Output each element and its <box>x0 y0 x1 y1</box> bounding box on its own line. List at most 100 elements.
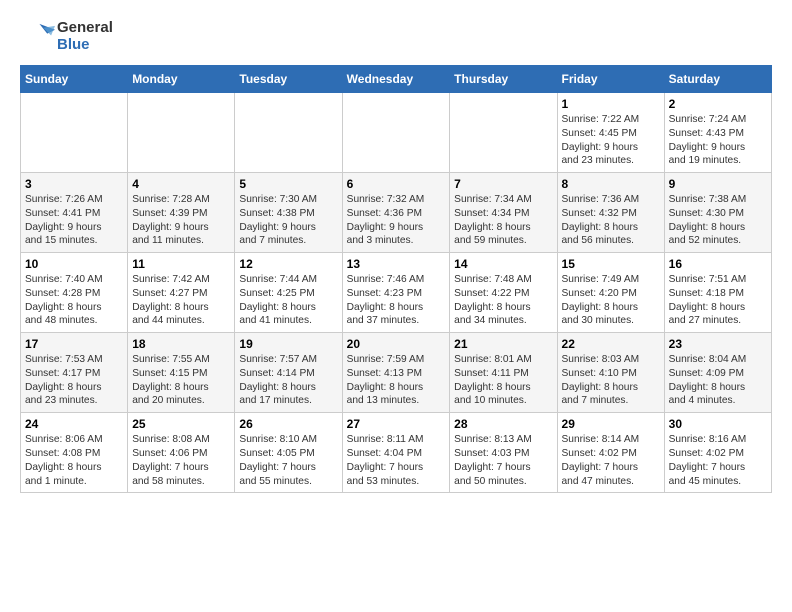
calendar-cell <box>342 93 450 173</box>
day-info: Sunrise: 7:40 AM Sunset: 4:28 PM Dayligh… <box>25 273 123 328</box>
day-number: 17 <box>25 337 123 351</box>
day-number: 12 <box>239 257 337 271</box>
day-info: Sunrise: 7:28 AM Sunset: 4:39 PM Dayligh… <box>132 193 230 248</box>
calendar-cell: 20 Sunrise: 7:59 AM Sunset: 4:13 PM Dayli… <box>342 333 450 413</box>
calendar-cell: 30 Sunrise: 8:16 AM Sunset: 4:02 PM Dayli… <box>664 413 771 493</box>
calendar-header-row: SundayMondayTuesdayWednesdayThursdayFrid… <box>21 66 772 93</box>
day-number: 28 <box>454 417 552 431</box>
calendar-cell: 16 Sunrise: 7:51 AM Sunset: 4:18 PM Dayli… <box>664 253 771 333</box>
calendar-cell: 9 Sunrise: 7:38 AM Sunset: 4:30 PM Daylig… <box>664 173 771 253</box>
day-info: Sunrise: 8:01 AM Sunset: 4:11 PM Dayligh… <box>454 353 552 408</box>
day-number: 4 <box>132 177 230 191</box>
calendar-cell: 22 Sunrise: 8:03 AM Sunset: 4:10 PM Dayli… <box>557 333 664 413</box>
calendar-cell: 18 Sunrise: 7:55 AM Sunset: 4:15 PM Dayli… <box>128 333 235 413</box>
calendar-cell: 25 Sunrise: 8:08 AM Sunset: 4:06 PM Dayli… <box>128 413 235 493</box>
day-info: Sunrise: 7:30 AM Sunset: 4:38 PM Dayligh… <box>239 193 337 248</box>
calendar-cell <box>450 93 557 173</box>
day-info: Sunrise: 7:38 AM Sunset: 4:30 PM Dayligh… <box>669 193 767 248</box>
calendar-cell: 7 Sunrise: 7:34 AM Sunset: 4:34 PM Daylig… <box>450 173 557 253</box>
day-number: 23 <box>669 337 767 351</box>
day-number: 22 <box>562 337 660 351</box>
calendar-cell: 1 Sunrise: 7:22 AM Sunset: 4:45 PM Daylig… <box>557 93 664 173</box>
day-number: 27 <box>347 417 446 431</box>
day-info: Sunrise: 7:26 AM Sunset: 4:41 PM Dayligh… <box>25 193 123 248</box>
calendar-cell: 10 Sunrise: 7:40 AM Sunset: 4:28 PM Dayli… <box>21 253 128 333</box>
day-number: 19 <box>239 337 337 351</box>
calendar-cell: 11 Sunrise: 7:42 AM Sunset: 4:27 PM Dayli… <box>128 253 235 333</box>
day-number: 18 <box>132 337 230 351</box>
day-number: 8 <box>562 177 660 191</box>
calendar-cell: 14Sunrise: 7:48 AM Sunset: 4:22 PM Dayli… <box>450 253 557 333</box>
day-number: 1 <box>562 97 660 111</box>
day-info: Sunrise: 7:51 AM Sunset: 4:18 PM Dayligh… <box>669 273 767 328</box>
day-info: Sunrise: 7:22 AM Sunset: 4:45 PM Dayligh… <box>562 113 660 168</box>
day-info: Sunrise: 8:08 AM Sunset: 4:06 PM Dayligh… <box>132 433 230 488</box>
day-number: 26 <box>239 417 337 431</box>
day-number: 29 <box>562 417 660 431</box>
calendar-cell: 21Sunrise: 8:01 AM Sunset: 4:11 PM Dayli… <box>450 333 557 413</box>
day-info: Sunrise: 7:32 AM Sunset: 4:36 PM Dayligh… <box>347 193 446 248</box>
day-info: Sunrise: 7:42 AM Sunset: 4:27 PM Dayligh… <box>132 273 230 328</box>
day-info: Sunrise: 7:46 AM Sunset: 4:23 PM Dayligh… <box>347 273 446 328</box>
calendar-cell <box>235 93 342 173</box>
weekday-header: Friday <box>557 66 664 93</box>
weekday-header: Sunday <box>21 66 128 93</box>
day-info: Sunrise: 7:53 AM Sunset: 4:17 PM Dayligh… <box>25 353 123 408</box>
day-info: Sunrise: 7:59 AM Sunset: 4:13 PM Dayligh… <box>347 353 446 408</box>
day-number: 20 <box>347 337 446 351</box>
page-header: General Blue <box>20 20 772 55</box>
day-number: 10 <box>25 257 123 271</box>
calendar-cell: 3 Sunrise: 7:26 AM Sunset: 4:41 PM Daylig… <box>21 173 128 253</box>
day-number: 30 <box>669 417 767 431</box>
day-number: 11 <box>132 257 230 271</box>
day-number: 24 <box>25 417 123 431</box>
calendar-cell: 24 Sunrise: 8:06 AM Sunset: 4:08 PM Dayli… <box>21 413 128 493</box>
day-number: 3 <box>25 177 123 191</box>
logo: General Blue <box>20 20 113 55</box>
weekday-header: Saturday <box>664 66 771 93</box>
day-info: Sunrise: 8:16 AM Sunset: 4:02 PM Dayligh… <box>669 433 767 488</box>
day-info: Sunrise: 7:36 AM Sunset: 4:32 PM Dayligh… <box>562 193 660 248</box>
calendar-cell: 4 Sunrise: 7:28 AM Sunset: 4:39 PM Daylig… <box>128 173 235 253</box>
calendar-cell: 29 Sunrise: 8:14 AM Sunset: 4:02 PM Dayli… <box>557 413 664 493</box>
day-info: Sunrise: 8:10 AM Sunset: 4:05 PM Dayligh… <box>239 433 337 488</box>
day-info: Sunrise: 8:06 AM Sunset: 4:08 PM Dayligh… <box>25 433 123 488</box>
day-info: Sunrise: 8:04 AM Sunset: 4:09 PM Dayligh… <box>669 353 767 408</box>
day-number: 25 <box>132 417 230 431</box>
weekday-header: Tuesday <box>235 66 342 93</box>
day-info: Sunrise: 8:14 AM Sunset: 4:02 PM Dayligh… <box>562 433 660 488</box>
weekday-header: Wednesday <box>342 66 450 93</box>
day-number: 6 <box>347 177 446 191</box>
day-number: 13 <box>347 257 446 271</box>
calendar-cell: 12 Sunrise: 7:44 AM Sunset: 4:25 PM Dayli… <box>235 253 342 333</box>
calendar-cell: 28 Sunrise: 8:13 AM Sunset: 4:03 PM Dayli… <box>450 413 557 493</box>
calendar-table: SundayMondayTuesdayWednesdayThursdayFrid… <box>20 65 772 493</box>
day-info: Sunrise: 7:49 AM Sunset: 4:20 PM Dayligh… <box>562 273 660 328</box>
calendar-cell <box>128 93 235 173</box>
logo-bird-icon <box>20 20 55 55</box>
calendar-cell: 6 Sunrise: 7:32 AM Sunset: 4:36 PM Daylig… <box>342 173 450 253</box>
calendar-cell: 17 Sunrise: 7:53 AM Sunset: 4:17 PM Dayli… <box>21 333 128 413</box>
day-number: 5 <box>239 177 337 191</box>
day-info: Sunrise: 7:34 AM Sunset: 4:34 PM Dayligh… <box>454 193 552 248</box>
weekday-header: Monday <box>128 66 235 93</box>
calendar-cell: 26 Sunrise: 8:10 AM Sunset: 4:05 PM Dayli… <box>235 413 342 493</box>
day-info: Sunrise: 8:13 AM Sunset: 4:03 PM Dayligh… <box>454 433 552 488</box>
day-number: 16 <box>669 257 767 271</box>
logo-line1: General <box>57 20 113 37</box>
calendar-cell: 8 Sunrise: 7:36 AM Sunset: 4:32 PM Daylig… <box>557 173 664 253</box>
day-info: Sunrise: 7:55 AM Sunset: 4:15 PM Dayligh… <box>132 353 230 408</box>
calendar-cell <box>21 93 128 173</box>
day-info: Sunrise: 8:11 AM Sunset: 4:04 PM Dayligh… <box>347 433 446 488</box>
calendar-cell: 27 Sunrise: 8:11 AM Sunset: 4:04 PM Dayli… <box>342 413 450 493</box>
day-number: 7 <box>454 177 552 191</box>
day-info: Sunrise: 7:57 AM Sunset: 4:14 PM Dayligh… <box>239 353 337 408</box>
day-info: Sunrise: 7:48 AM Sunset: 4:22 PM Dayligh… <box>454 273 552 328</box>
day-info: Sunrise: 8:03 AM Sunset: 4:10 PM Dayligh… <box>562 353 660 408</box>
calendar-cell: 23 Sunrise: 8:04 AM Sunset: 4:09 PM Dayli… <box>664 333 771 413</box>
day-number: 9 <box>669 177 767 191</box>
day-info: Sunrise: 7:44 AM Sunset: 4:25 PM Dayligh… <box>239 273 337 328</box>
calendar-cell: 19 Sunrise: 7:57 AM Sunset: 4:14 PM Dayli… <box>235 333 342 413</box>
logo-line2: Blue <box>57 37 113 54</box>
calendar-cell: 13 Sunrise: 7:46 AM Sunset: 4:23 PM Dayli… <box>342 253 450 333</box>
